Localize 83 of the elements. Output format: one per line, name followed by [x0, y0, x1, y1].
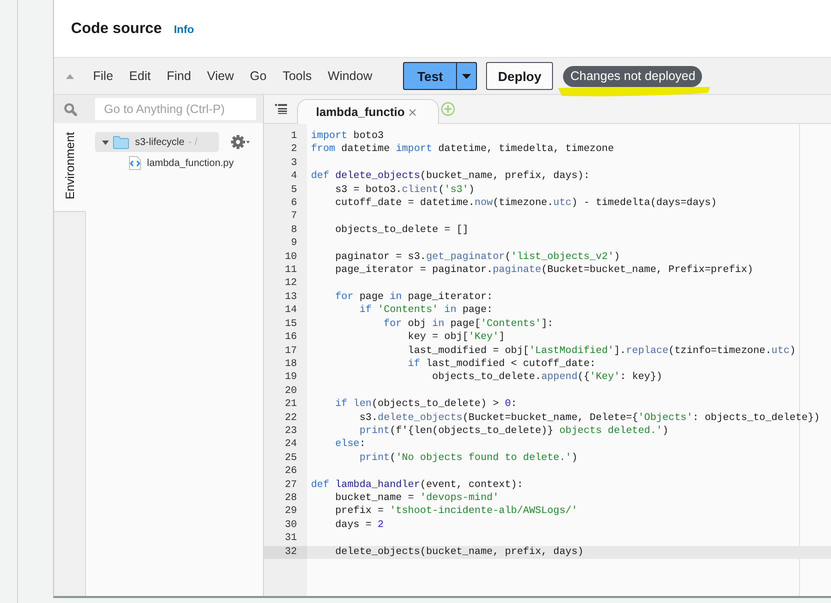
line-number: 25: [284, 452, 297, 464]
code-line: days = 2: [334, 518, 384, 532]
line-number: 23: [284, 426, 297, 437]
code-line: if last_modified < cutoff_date:: [406, 358, 596, 372]
menu-item[interactable]: Go: [250, 69, 267, 83]
line-number: 1: [290, 131, 297, 142]
code-line: def delete_objects(bucket_name, prefix, days):: [311, 170, 590, 184]
code-line: for obj in page['Contents']:: [382, 318, 554, 332]
code-file-icon: [129, 156, 141, 170]
line-number: 16: [284, 332, 297, 344]
line-number: 21: [284, 399, 297, 410]
line-number: 5: [290, 184, 297, 196]
menu-item[interactable]: Find: [166, 69, 192, 83]
code-line: from datetime import datetime, timedelta, timezone: [311, 143, 614, 157]
tree-item[interactable]: s3-lifecycle - /: [95, 132, 220, 152]
caret-icon: [462, 74, 472, 78]
code-line: prefix = 'tshoot-incidente-alb/AWSLogs/': [334, 505, 578, 519]
line-number: 2: [290, 144, 297, 156]
code-line: print('No objects found to delete.'): [358, 452, 578, 466]
line-number: 15: [284, 318, 297, 330]
code-line: for page in page_iterator:: [334, 290, 493, 304]
dropdown-button[interactable]: [456, 62, 478, 90]
code-line: def lambda_handler(event, context):: [311, 478, 524, 492]
code-line: cutoff_date = datetime.now(timezone.utc) - timedelta(days=days): [334, 197, 717, 210]
deploy-button[interactable]: Deploy: [486, 62, 554, 90]
line-number: 8: [290, 224, 297, 236]
section-title: Code source: [71, 20, 162, 37]
folder-icon: [113, 136, 129, 148]
line-number: 3: [290, 158, 297, 169]
search-field[interactable]: Go to Anything (Ctrl-P): [95, 98, 256, 120]
code-line: else:: [334, 438, 366, 452]
list-icon[interactable]: [275, 104, 287, 114]
line-number: 7: [290, 211, 297, 222]
code-line: page_iterator = paginator.paginate(Bucket=bucket_name, Prefix=prefix): [334, 264, 754, 278]
code-line: last_modified = obj['LastModified'].replace(tzinfo=timezone.utc): [406, 344, 796, 358]
code-line: bucket_name = 'devops-mind': [334, 492, 499, 506]
line-number: 6: [290, 198, 297, 210]
line-number: 32: [284, 546, 297, 558]
editor-tab[interactable]: lambda_functio: [297, 99, 439, 124]
info-link[interactable]: Info: [174, 24, 194, 36]
line-number: 31: [284, 533, 297, 544]
search-icon[interactable]: [64, 102, 76, 116]
test-button[interactable]: Test: [403, 62, 458, 90]
line-number: 19: [284, 372, 297, 384]
code-line: s3 = boto3.client('s3'): [334, 184, 475, 198]
line-number: 24: [284, 439, 297, 450]
code-line: objects_to_delete.append({'Key': key}): [431, 371, 662, 385]
line-number: 14: [284, 305, 297, 316]
line-number: 10: [284, 252, 297, 263]
line-number: 22: [284, 412, 297, 424]
line-number: 12: [284, 278, 297, 290]
code-line: paginator = s3.get_paginator('list_objects_v2'): [334, 250, 620, 264]
line-number: 29: [284, 506, 297, 518]
code-line: if 'Contents' in page:: [358, 304, 493, 318]
line-number: 4: [290, 171, 297, 182]
line-number: 18: [284, 358, 297, 370]
line-number: 26: [284, 466, 297, 478]
code-line: delete_objects(bucket_name, prefix, days): [334, 546, 584, 559]
code-line: if len(objects_to_delete) > 0:: [334, 398, 517, 412]
line-number: 13: [284, 292, 297, 303]
code-line: objects_to_delete = []: [334, 224, 468, 238]
line-number: 20: [284, 386, 297, 397]
side-tab[interactable]: Environment: [54, 123, 86, 212]
code-line: key = obj['Key']: [406, 331, 505, 344]
line-number: 30: [284, 520, 297, 531]
line-number: 9: [290, 238, 297, 250]
status-badge: Changes not deployed: [563, 66, 702, 86]
caret-icon[interactable]: [102, 138, 109, 146]
code-line: s3.delete_objects(Bucket=bucket_name, Delete={'Objects': objects_to_delete}): [358, 412, 820, 425]
code-line: print(f'{len(objects_to_delete)} objects deleted.'): [359, 424, 668, 438]
menu-item[interactable]: Window: [328, 69, 372, 83]
settings-icon[interactable]: [231, 135, 252, 149]
menu-item[interactable]: File: [93, 69, 114, 83]
menu-item[interactable]: Edit: [129, 69, 151, 83]
close-icon[interactable]: [408, 108, 416, 116]
tree-item[interactable]: lambda_function.py: [129, 153, 234, 173]
line-number: 28: [284, 492, 297, 504]
code-line: import boto3: [311, 130, 384, 144]
line-number: 17: [284, 346, 297, 356]
menu-item[interactable]: Tools: [282, 69, 312, 83]
line-number: 11: [284, 265, 297, 276]
line-number: 27: [284, 480, 297, 491]
menu-item[interactable]: View: [207, 69, 234, 83]
